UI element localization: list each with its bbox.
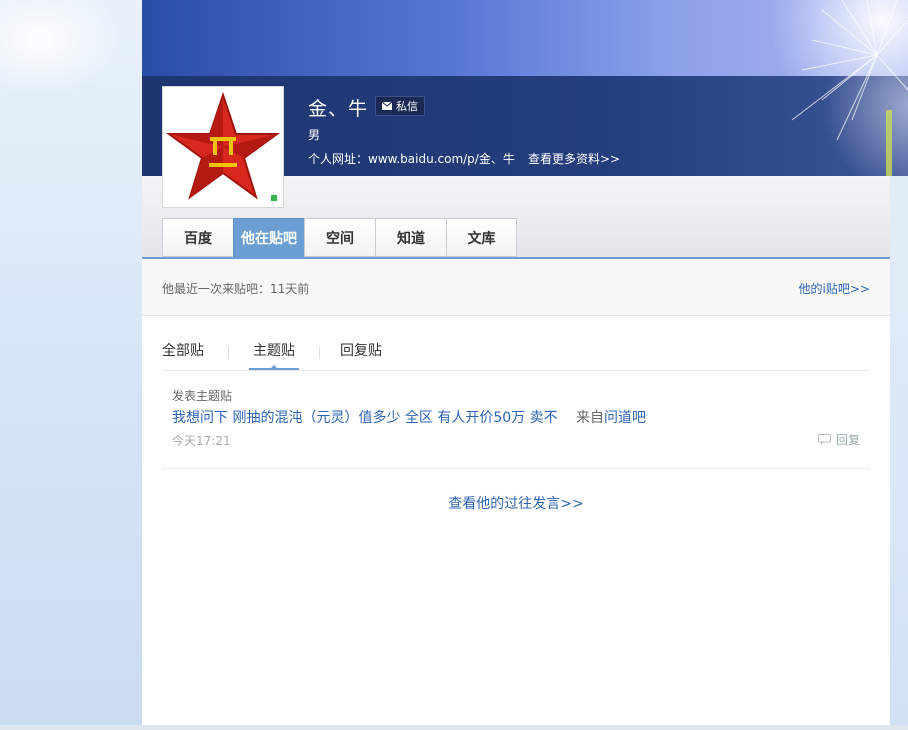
recent-visit-bar: 他最近一次来贴吧：11天前 他的i贴吧>>: [142, 259, 890, 316]
tab-tieba[interactable]: 他在贴吧: [233, 218, 304, 258]
dandelion-decoration: [791, 0, 908, 176]
caret-up-icon: [270, 365, 278, 369]
post-time: 今天17:21: [172, 434, 231, 448]
reply-label: 回复: [835, 433, 860, 447]
profile-page: 金、牛 私信 男 个人网址：www.baidu.com/p/金、牛 查看更多资料…: [142, 0, 908, 725]
left-background: [0, 0, 142, 730]
forum-link[interactable]: 问道吧: [604, 410, 646, 426]
tab-baidu[interactable]: 百度: [162, 218, 233, 257]
tab-wenku[interactable]: 文库: [446, 218, 517, 257]
post-source: 来自问道吧: [576, 407, 646, 427]
his-tieba-link[interactable]: 他的i贴吧>>: [799, 280, 870, 297]
username: 金、牛: [308, 98, 369, 120]
reply-button[interactable]: 回复: [817, 431, 860, 448]
subtab-separator: [228, 347, 229, 359]
personal-url: 个人网址：www.baidu.com/p/金、牛: [308, 150, 515, 167]
bottom-border: [0, 725, 908, 730]
tab-space[interactable]: 空间: [304, 218, 375, 257]
comment-icon: [817, 434, 831, 445]
profile-tabs: 百度 他在贴吧 空间 知道 文库: [162, 218, 517, 258]
subtab-thread-label: 主题贴: [253, 343, 295, 359]
tab-zhidao[interactable]: 知道: [375, 218, 446, 257]
post-type: 发表主题贴: [172, 389, 233, 403]
red-star-avatar-image: [165, 91, 281, 200]
more-info-link[interactable]: 查看更多资料>>: [528, 150, 620, 167]
subtab-divider: [162, 370, 870, 371]
personal-url-value[interactable]: www.baidu.com/p/金、牛: [368, 152, 515, 166]
gender: 男: [308, 128, 321, 142]
online-indicator: [271, 195, 277, 201]
subtab-all-posts[interactable]: 全部贴: [162, 336, 208, 370]
private-message-button[interactable]: 私信: [375, 96, 425, 116]
post-source-prefix: 来自: [576, 410, 604, 426]
avatar[interactable]: [162, 86, 284, 208]
subtab-separator: [319, 347, 320, 359]
subtab-reply-posts[interactable]: 回复贴: [340, 336, 386, 370]
view-history-link[interactable]: 查看他的过往发言>>: [142, 493, 890, 513]
subtab-thread-posts[interactable]: 主题贴: [249, 336, 299, 370]
personal-url-label: 个人网址：: [308, 152, 369, 166]
envelope-icon: [382, 102, 392, 110]
post-title-link[interactable]: 我想问下 刚抽的混沌（元灵）值多少 全区 有人开价50万 卖不: [172, 407, 558, 427]
last-visit-text: 他最近一次来贴吧：11天前: [162, 282, 310, 296]
post-filter-tabs: 全部贴 主题贴 回复贴: [162, 336, 386, 370]
list-item: 发表主题贴 我想问下 刚抽的混沌（元灵）值多少 全区 有人开价50万 卖不 来自…: [162, 380, 870, 469]
private-message-label: 私信: [396, 100, 418, 113]
